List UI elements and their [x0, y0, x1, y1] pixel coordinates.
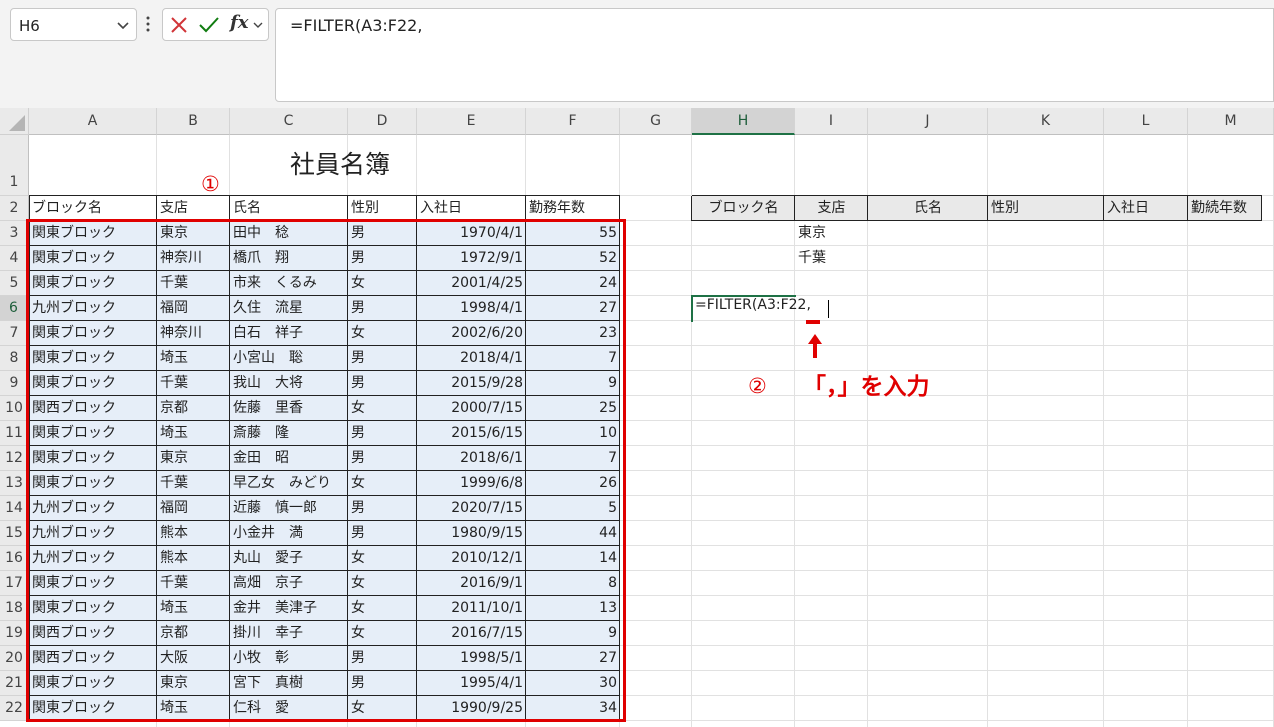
header-cell[interactable]: 性別: [348, 196, 417, 221]
row-header-14[interactable]: 14: [0, 496, 29, 521]
arrow-up-icon: [808, 334, 822, 358]
row-header-13[interactable]: 13: [0, 471, 29, 496]
header-cell[interactable]: 入社日: [417, 196, 526, 221]
column-header-a[interactable]: A: [29, 108, 157, 135]
formula-buttons: fx: [162, 8, 269, 41]
gridline-vertical: [987, 135, 988, 727]
text-caret: [828, 300, 829, 318]
row-header-1[interactable]: 1: [0, 135, 29, 196]
fx-icon[interactable]: fx: [230, 12, 248, 33]
highlight-box: [26, 219, 626, 722]
column-header-l[interactable]: L: [1104, 108, 1188, 135]
row-header-12[interactable]: 12: [0, 446, 29, 471]
row-header-20[interactable]: 20: [0, 646, 29, 671]
chevron-down-icon[interactable]: [252, 19, 264, 31]
result-header-cell[interactable]: 性別: [988, 196, 1104, 221]
result-header-cell[interactable]: 氏名: [868, 196, 988, 221]
row-header-16[interactable]: 16: [0, 546, 29, 571]
row-header-3[interactable]: 3: [0, 221, 29, 246]
header-cell[interactable]: 氏名: [230, 196, 348, 221]
sheet-title: 社員名簿: [289, 150, 390, 179]
column-header-i[interactable]: I: [795, 108, 868, 135]
column-header-b[interactable]: B: [157, 108, 230, 135]
step2-marker: ②: [748, 374, 767, 398]
column-header-j[interactable]: J: [868, 108, 988, 135]
cell-editor-text[interactable]: =FILTER(A3:F22,: [695, 297, 811, 313]
column-header-g[interactable]: G: [620, 108, 692, 135]
step1-marker: ①: [201, 172, 220, 196]
column-header-m[interactable]: M: [1188, 108, 1274, 135]
row-header-21[interactable]: 21: [0, 671, 29, 696]
gridline-vertical: [1103, 135, 1104, 727]
row-header-11[interactable]: 11: [0, 421, 29, 446]
row-header-19[interactable]: 19: [0, 621, 29, 646]
row-header-10[interactable]: 10: [0, 396, 29, 421]
column-header-h[interactable]: H: [692, 108, 795, 135]
instruction-label: 「，」を入力: [803, 374, 930, 400]
formula-text: =FILTER(A3:F22,: [290, 16, 423, 35]
criteria-cell[interactable]: 千葉: [795, 246, 868, 271]
select-all-triangle-icon: [9, 115, 25, 131]
row-header-7[interactable]: 7: [0, 321, 29, 346]
row-header-15[interactable]: 15: [0, 521, 29, 546]
column-header-f[interactable]: F: [526, 108, 620, 135]
header-cell[interactable]: ブロック名: [29, 196, 157, 221]
column-header-c[interactable]: C: [230, 108, 348, 135]
header-cell[interactable]: 支店: [157, 196, 230, 221]
row-header-5[interactable]: 5: [0, 271, 29, 296]
row-header-6[interactable]: 6: [0, 296, 29, 321]
row-header-8[interactable]: 8: [0, 346, 29, 371]
check-icon[interactable]: [198, 15, 220, 35]
row-header-2[interactable]: 2: [0, 196, 29, 221]
more-vertical-icon[interactable]: [145, 14, 151, 34]
chevron-down-icon[interactable]: [116, 18, 130, 32]
row-header-22[interactable]: 22: [0, 696, 29, 721]
criteria-cell[interactable]: 東京: [795, 221, 868, 246]
formula-input[interactable]: =FILTER(A3:F22,: [275, 8, 1274, 102]
row-header-4[interactable]: 4: [0, 246, 29, 271]
column-header-e[interactable]: E: [417, 108, 526, 135]
column-header-k[interactable]: K: [988, 108, 1104, 135]
name-box-value: H6: [19, 17, 40, 35]
close-icon[interactable]: [170, 16, 188, 34]
gridline-vertical: [1187, 135, 1188, 727]
result-header-cell[interactable]: ブロック名: [692, 196, 795, 221]
name-box[interactable]: H6: [10, 8, 137, 41]
result-header-cell[interactable]: 勤続年数: [1188, 196, 1262, 221]
result-header-cell[interactable]: 入社日: [1104, 196, 1188, 221]
column-header-d[interactable]: D: [348, 108, 417, 135]
comma-highlight: [806, 320, 820, 324]
gridline-vertical: [691, 135, 692, 727]
result-header-cell[interactable]: 支店: [795, 196, 868, 221]
row-header-18[interactable]: 18: [0, 596, 29, 621]
select-all-button[interactable]: [0, 108, 29, 135]
row-header-17[interactable]: 17: [0, 571, 29, 596]
header-cell[interactable]: 勤務年数: [526, 196, 620, 221]
row-header-9[interactable]: 9: [0, 371, 29, 396]
